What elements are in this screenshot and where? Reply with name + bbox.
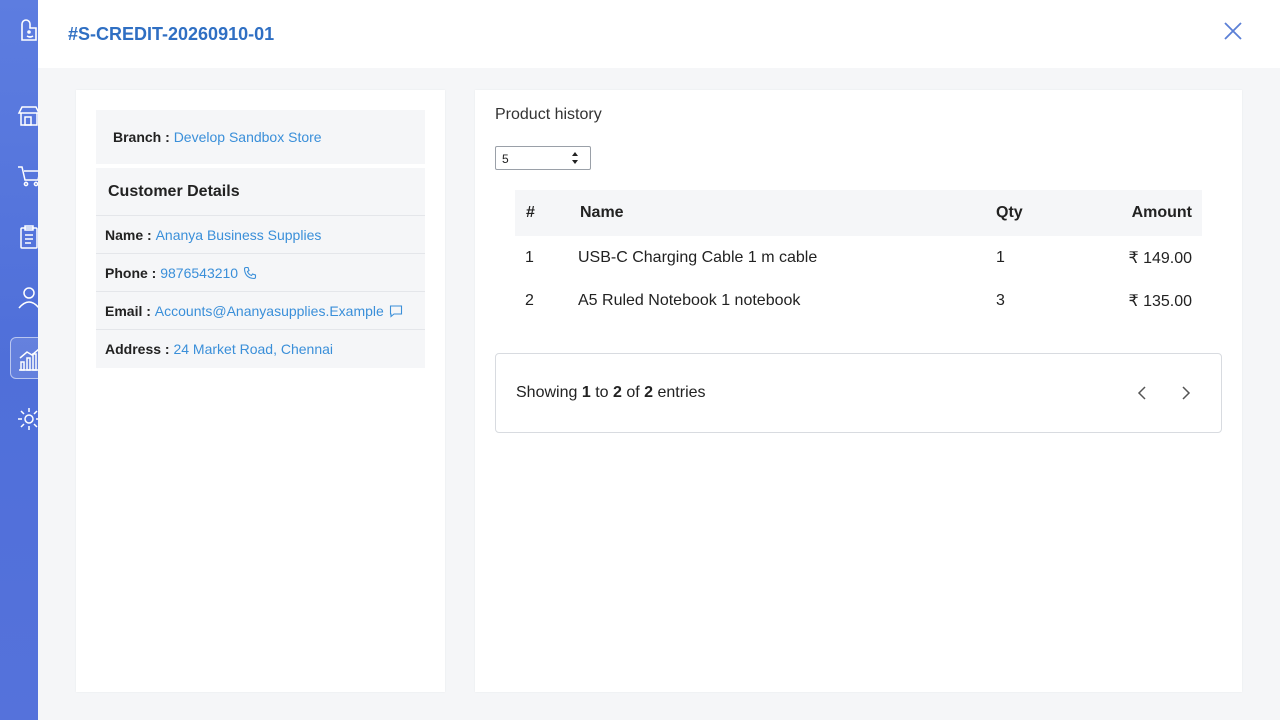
row-amount: ₹ 149.00 bbox=[1128, 249, 1192, 267]
col-header-amount[interactable]: Amount bbox=[1096, 204, 1202, 222]
row-qty: 1 bbox=[996, 248, 1005, 266]
row-name: USB-C Charging Cable 1 m cable bbox=[578, 248, 818, 266]
message-icon[interactable] bbox=[389, 304, 403, 318]
of-word: of bbox=[626, 384, 640, 401]
branch-info: Branch : Develop Sandbox Store bbox=[96, 110, 425, 164]
row-amount: ₹ 135.00 bbox=[1128, 292, 1192, 310]
modal-header: #S-CREDIT-20260910-01 bbox=[38, 0, 1280, 68]
chevron-left-icon[interactable] bbox=[1133, 382, 1151, 404]
order-detail-modal: #S-CREDIT-20260910-01 Branch : Develop S… bbox=[38, 0, 1280, 720]
product-history-table: # Name Qty Amount 1 USB-C Charging Cable… bbox=[515, 190, 1202, 322]
product-history-title: Product history bbox=[495, 106, 602, 123]
customer-email-row: Email : Accounts@Ananyasupplies.Example bbox=[96, 292, 425, 330]
phone-value[interactable]: 9876543210 bbox=[160, 265, 238, 281]
select-arrows-icon bbox=[571, 151, 579, 165]
page-size-select[interactable]: 5 bbox=[495, 146, 591, 170]
clipboard-icon[interactable] bbox=[16, 224, 38, 250]
modal-title: #S-CREDIT-20260910-01 bbox=[68, 24, 275, 44]
address-label: Address : bbox=[105, 341, 174, 357]
showing-to: 2 bbox=[612, 384, 622, 401]
phone-icon[interactable] bbox=[243, 266, 257, 280]
showing-from: 1 bbox=[581, 384, 591, 401]
branch-label: Branch : bbox=[113, 129, 174, 145]
sidebar bbox=[0, 0, 38, 720]
email-label: Email : bbox=[105, 302, 155, 319]
to-word: to bbox=[595, 384, 609, 401]
showing-word: Showing bbox=[516, 384, 578, 401]
chevron-right-icon[interactable] bbox=[1177, 382, 1195, 404]
gear-icon[interactable] bbox=[16, 406, 38, 432]
customer-address-row: Address : 24 Market Road, Chennai bbox=[96, 330, 425, 368]
col-header-qty[interactable]: Qty bbox=[996, 204, 1096, 222]
customer-name-row: Name : Ananya Business Supplies bbox=[96, 216, 425, 254]
cart-icon[interactable] bbox=[16, 163, 38, 189]
showing-text: Showing 1 to 2 of 2 entries bbox=[516, 384, 706, 402]
address-value[interactable]: 24 Market Road, Chennai bbox=[173, 341, 333, 357]
table-footer: Showing 1 to 2 of 2 entries bbox=[495, 353, 1222, 433]
page-size-value: 5 bbox=[502, 152, 509, 166]
customer-details: Customer Details Name : Ananya Business … bbox=[96, 168, 425, 368]
close-icon[interactable] bbox=[1222, 20, 1244, 42]
user-icon[interactable] bbox=[16, 284, 38, 310]
customer-details-title: Customer Details bbox=[96, 168, 425, 216]
entries-word: entries bbox=[657, 384, 706, 401]
store-icon[interactable] bbox=[16, 103, 38, 129]
row-name: A5 Ruled Notebook 1 notebook bbox=[578, 291, 801, 309]
branch-value[interactable]: Develop Sandbox Store bbox=[174, 129, 322, 145]
row-num: 2 bbox=[525, 291, 534, 309]
row-num: 1 bbox=[525, 248, 534, 266]
name-value[interactable]: Ananya Business Supplies bbox=[156, 227, 322, 243]
col-header-num[interactable]: # bbox=[515, 204, 578, 222]
customer-phone-row: Phone : 9876543210 bbox=[96, 254, 425, 292]
col-header-name[interactable]: Name bbox=[578, 204, 996, 222]
table-row[interactable]: 1 USB-C Charging Cable 1 m cable 1 ₹ 149… bbox=[515, 236, 1202, 279]
name-label: Name : bbox=[105, 226, 156, 243]
table-row[interactable]: 2 A5 Ruled Notebook 1 notebook 3 ₹ 135.0… bbox=[515, 279, 1202, 322]
logo-icon[interactable] bbox=[16, 18, 38, 44]
table-header: # Name Qty Amount bbox=[515, 190, 1202, 236]
email-value[interactable]: Accounts@Ananyasupplies.Example bbox=[155, 303, 384, 319]
customer-card: Branch : Develop Sandbox Store Customer … bbox=[76, 90, 445, 692]
chart-icon[interactable] bbox=[16, 346, 38, 372]
phone-label: Phone : bbox=[105, 264, 161, 281]
pagination bbox=[1133, 382, 1195, 404]
product-history-card: Product history 5 # Name Qty Amount 1 US… bbox=[475, 90, 1242, 692]
row-qty: 3 bbox=[996, 291, 1005, 309]
showing-total: 2 bbox=[644, 384, 654, 401]
